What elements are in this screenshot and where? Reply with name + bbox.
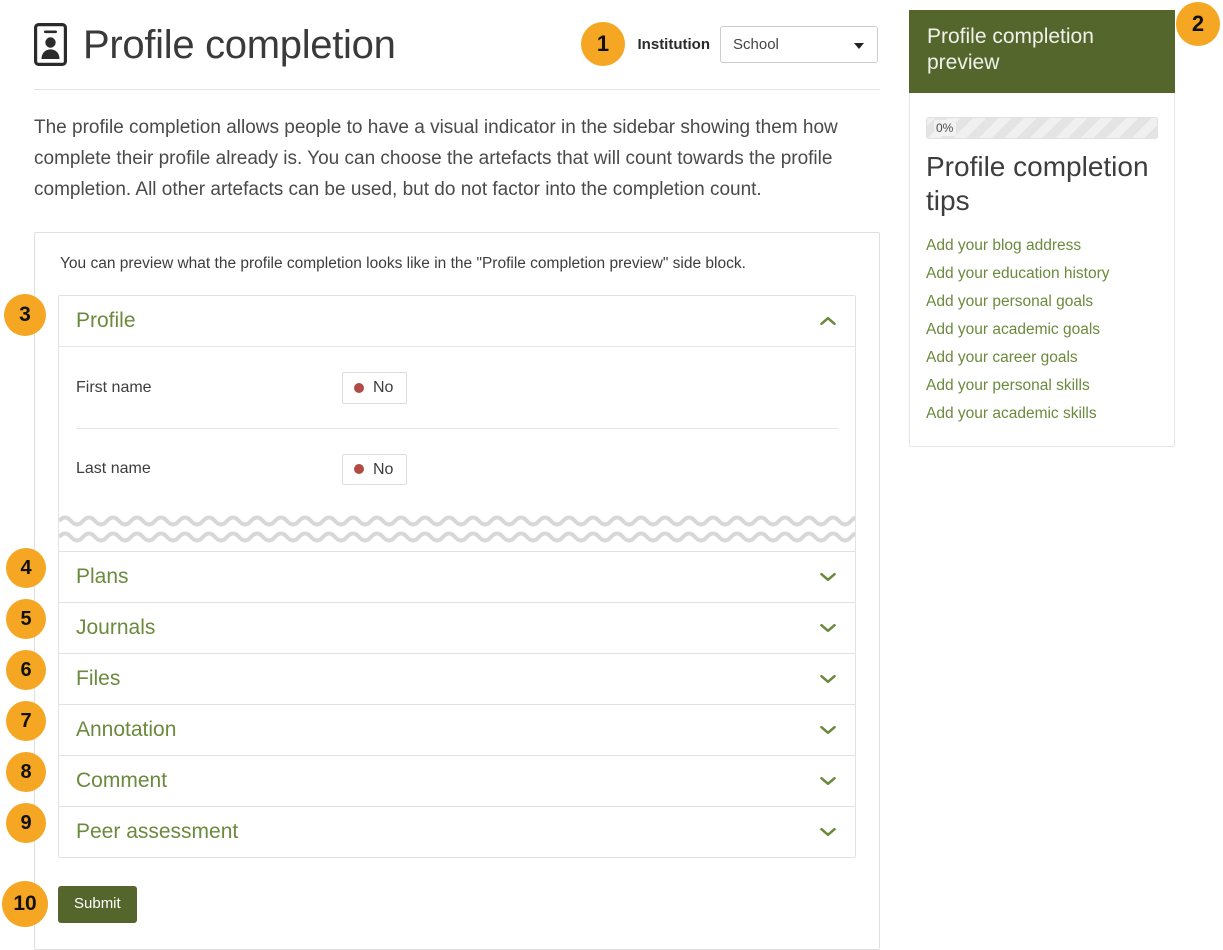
- tip-link-personal-goals[interactable]: Add your personal goals: [926, 288, 1158, 316]
- accordion-header-files[interactable]: Files: [59, 654, 855, 705]
- accordion-section-profile: Profile First name No Last name No: [59, 296, 855, 551]
- status-dot-icon: [354, 382, 364, 393]
- list-item: Add your career goals: [926, 344, 1158, 372]
- accordion-section-peer-assessment: Peer assessment: [59, 806, 855, 858]
- page-root: Profile completion Institution School Th…: [0, 0, 1223, 950]
- accordion-section-files: Files: [59, 653, 855, 705]
- artefact-accordion: Profile First name No Last name No Plans…: [58, 295, 856, 859]
- tips-list: Add your blog address Add your education…: [926, 232, 1158, 428]
- accordion-section-annotation: Annotation: [59, 704, 855, 756]
- tip-link-personal-skills[interactable]: Add your personal skills: [926, 372, 1158, 400]
- tip-link-blog-address[interactable]: Add your blog address: [926, 232, 1158, 260]
- chevron-up-icon: [820, 317, 836, 326]
- accordion-section-comment: Comment: [59, 755, 855, 807]
- side-column: Profile completion preview 0% Profile co…: [909, 10, 1175, 447]
- progress-label: 0%: [934, 119, 957, 136]
- step-badge-7: 7: [6, 701, 46, 741]
- tip-link-academic-skills[interactable]: Add your academic skills: [926, 400, 1158, 428]
- step-badge-10: 10: [2, 881, 48, 927]
- intro-text: The profile completion allows people to …: [34, 117, 838, 200]
- status-dot-icon: [354, 464, 364, 475]
- content-truncated-indicator: [59, 509, 855, 551]
- settings-card: You can preview what the profile complet…: [34, 232, 880, 950]
- profile-completion-preview-block: 0% Profile completion tips Add your blog…: [909, 92, 1175, 447]
- chevron-down-icon: [820, 675, 836, 684]
- profile-completion-progressbar: 0%: [926, 116, 1158, 139]
- step-badge-1: 1: [581, 22, 625, 66]
- side-block-body: 0% Profile completion tips Add your blog…: [910, 93, 1174, 428]
- step-badge-6: 6: [6, 650, 46, 690]
- step-badge-5: 5: [6, 599, 46, 639]
- list-item: Add your academic goals: [926, 316, 1158, 344]
- chevron-down-icon: [854, 42, 864, 49]
- accordion-section-journals: Journals: [59, 602, 855, 654]
- institution-control: Institution School: [638, 26, 880, 63]
- institution-select[interactable]: School: [720, 26, 878, 63]
- tips-title: Profile completion tips: [926, 150, 1149, 217]
- accordion-header-profile[interactable]: Profile: [59, 296, 855, 347]
- accordion-title: Comment: [76, 769, 168, 793]
- accordion-title: Journals: [76, 616, 156, 640]
- accordion-header-comment[interactable]: Comment: [59, 756, 855, 807]
- id-card-icon: [34, 23, 67, 66]
- accordion-section-plans: Plans: [59, 551, 855, 603]
- list-item: Add your education history: [926, 260, 1158, 288]
- chevron-down-icon: [820, 573, 836, 582]
- accordion-header-annotation[interactable]: Annotation: [59, 705, 855, 756]
- submit-row: Submit: [58, 886, 856, 923]
- field-row: First name No: [76, 347, 838, 428]
- main-column: Profile completion Institution School Th…: [34, 0, 880, 950]
- toggle-last-name[interactable]: No: [342, 453, 408, 486]
- accordion-header-peer-assessment[interactable]: Peer assessment: [59, 807, 855, 858]
- chevron-down-icon: [820, 777, 836, 786]
- chevron-down-icon: [820, 828, 836, 837]
- accordion-body-profile: First name No Last name No: [59, 346, 855, 551]
- tip-link-education-history[interactable]: Add your education history: [926, 260, 1158, 288]
- field-row: Last name No: [76, 428, 838, 509]
- accordion-title: Plans: [76, 565, 129, 589]
- page-header: Profile completion Institution School: [34, 0, 880, 90]
- chevron-down-icon: [820, 624, 836, 633]
- tip-link-academic-goals[interactable]: Add your academic goals: [926, 316, 1158, 344]
- institution-label: Institution: [637, 36, 710, 53]
- step-badge-3: 3: [4, 294, 46, 336]
- accordion-title: Files: [76, 667, 121, 691]
- accordion-header-journals[interactable]: Journals: [59, 603, 855, 654]
- accordion-title: Annotation: [76, 718, 177, 742]
- submit-button[interactable]: Submit: [58, 886, 137, 923]
- accordion-title: Peer assessment: [76, 820, 239, 844]
- accordion-title: Profile: [76, 309, 136, 333]
- toggle-value: No: [373, 460, 394, 478]
- toggle-value: No: [373, 379, 394, 396]
- accordion-header-plans[interactable]: Plans: [59, 552, 855, 603]
- field-label: First name: [76, 378, 152, 396]
- step-badge-4: 4: [6, 548, 46, 588]
- institution-select-value: School: [733, 36, 779, 53]
- step-badge-2: 2: [1176, 2, 1220, 46]
- list-item: Add your personal goals: [926, 288, 1158, 316]
- step-badge-8: 8: [6, 752, 46, 792]
- page-title: Profile completion: [83, 22, 396, 67]
- chevron-down-icon: [820, 726, 836, 735]
- list-item: Add your personal skills: [926, 372, 1158, 400]
- list-item: Add your blog address: [926, 232, 1158, 260]
- step-badge-9: 9: [6, 803, 46, 843]
- title-wrap: Profile completion: [34, 23, 396, 66]
- card-note: You can preview what the profile complet…: [60, 255, 746, 273]
- toggle-first-name[interactable]: No: [342, 372, 408, 404]
- side-block-title: Profile completion preview: [909, 10, 1175, 93]
- field-label: Last name: [76, 460, 151, 478]
- list-item: Add your academic skills: [926, 400, 1158, 428]
- tip-link-career-goals[interactable]: Add your career goals: [926, 344, 1158, 372]
